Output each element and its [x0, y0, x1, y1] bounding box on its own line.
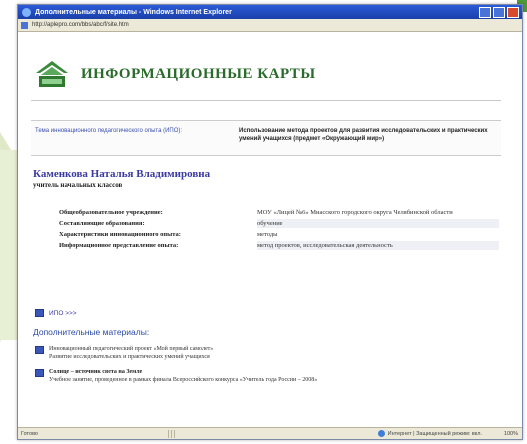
zone-text: Интернет | Защищенный режим: вкл.: [387, 430, 482, 437]
bullet-icon: [35, 309, 44, 317]
close-button[interactable]: [507, 6, 519, 18]
maximize-button[interactable]: [493, 6, 505, 18]
address-url[interactable]: http://aplepro.com/bbs/abc/f/site.htm: [32, 22, 129, 28]
window-controls: [479, 6, 522, 18]
status-divider: [170, 429, 172, 438]
status-bar: Готово Интернет | Защищенный режим: вкл.…: [18, 427, 522, 439]
globe-icon: [377, 430, 385, 437]
theme-panel: Тема инновационного педагогического опыт…: [31, 120, 501, 156]
bullet-icon: [35, 369, 44, 377]
material-item[interactable]: Инновационный педагогический проект «Мой…: [35, 345, 475, 361]
info-row: Информационное представление опыта: мето…: [59, 241, 499, 250]
info-value: методы: [257, 231, 278, 238]
info-value: метод проектов, исследовательская деятел…: [257, 241, 499, 250]
info-row: Составляющие образования: обучение: [59, 219, 499, 228]
divider: [31, 100, 501, 101]
window-titlebar[interactable]: Дополнительные материалы - Windows Inter…: [18, 5, 522, 19]
bullet-icon: [35, 346, 44, 354]
info-table: Общеобразовательное учреждение: МОУ «Лиц…: [59, 208, 499, 252]
author-name: Каменкова Наталья Владимировна: [33, 168, 211, 180]
info-row: Общеобразовательное учреждение: МОУ «Лиц…: [59, 208, 499, 217]
browser-window: Дополнительные материалы - Windows Inter…: [17, 4, 523, 440]
zoom-level[interactable]: 100%: [504, 431, 518, 437]
site-logo[interactable]: ИНФОРМАЦИОННЫЕ КАРТЫ: [33, 52, 333, 96]
status-divider: [173, 429, 175, 438]
info-key: Информационное представление опыта:: [59, 242, 179, 249]
status-divider: [167, 429, 169, 438]
ie-logo-icon: [22, 7, 31, 17]
address-bar[interactable]: http://aplepro.com/bbs/abc/f/site.htm: [18, 19, 522, 32]
material-desc: Учебное занятие, проведенное в рамках фи…: [49, 377, 318, 383]
info-value: обучение: [257, 219, 499, 228]
info-key: Характеристики инновационного опыта:: [59, 231, 181, 238]
info-row: Характеристики инновационного опыта: мет…: [59, 230, 499, 239]
logo-title: ИНФОРМАЦИОННЫЕ КАРТЫ: [81, 66, 316, 82]
more-link[interactable]: ИПО >>>: [49, 310, 77, 317]
author-role: учитель начальных классов: [33, 181, 123, 189]
info-value: МОУ «Лицей №6» Миасского городского окру…: [257, 209, 453, 216]
security-zone[interactable]: Интернет | Защищенный режим: вкл.: [377, 430, 482, 437]
theme-value: Использование метода проектов для развит…: [239, 128, 488, 142]
extra-materials-title: Дополнительные материалы:: [33, 327, 150, 337]
info-key: Общеобразовательное учреждение:: [59, 209, 163, 216]
info-key: Составляющие образования:: [59, 220, 145, 227]
material-desc: Развитие исследовательских и практически…: [49, 354, 210, 360]
more-link-row: ИПО >>>: [35, 309, 77, 317]
status-text: Готово: [21, 430, 38, 437]
page-content: ИНФОРМАЦИОННЫЕ КАРТЫ Тема инновационного…: [19, 32, 521, 427]
material-title[interactable]: Солнце – источник света на Земле: [49, 368, 317, 376]
window-title: Дополнительные материалы - Windows Inter…: [35, 8, 232, 16]
material-title[interactable]: Инновационный педагогический проект «Мой…: [49, 345, 213, 353]
theme-label: Тема инновационного педагогического опыт…: [35, 128, 183, 134]
page-icon: [21, 21, 28, 29]
minimize-button[interactable]: [479, 6, 491, 18]
house-logo-icon: [36, 61, 68, 87]
material-item[interactable]: Солнце – источник света на Земле Учебное…: [35, 368, 475, 384]
